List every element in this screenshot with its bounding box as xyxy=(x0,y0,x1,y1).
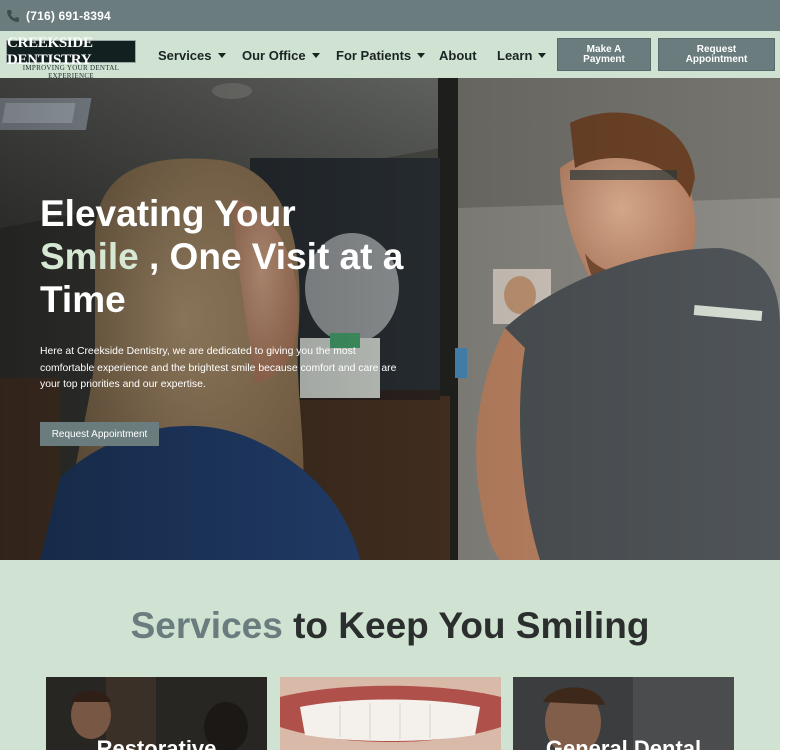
nav-item-for-patients[interactable]: For Patients xyxy=(336,46,426,64)
nav-item-label: Our Office xyxy=(242,47,306,63)
phone-icon xyxy=(6,9,20,23)
hero-section: Elevating Your Smile , One Visit at a Ti… xyxy=(0,78,780,560)
nav-item-label: For Patients xyxy=(336,47,412,63)
services-heading-rest: to Keep You Smiling xyxy=(282,605,650,646)
request-appointment-line1: Request xyxy=(696,43,737,55)
page: (716) 691-8394 CREEKSIDE DENTISTRY IMPRO… xyxy=(0,0,780,750)
service-card-cosmetic[interactable] xyxy=(280,677,501,750)
phone-number[interactable]: (716) 691-8394 xyxy=(26,9,111,23)
top-bar: (716) 691-8394 xyxy=(0,0,780,31)
nav-item-services[interactable]: Services xyxy=(158,46,226,64)
hero-title-accent: Smile xyxy=(40,236,139,277)
services-heading-accent: Services xyxy=(130,605,283,646)
logo-mark: CREEKSIDE DENTISTRY xyxy=(6,35,136,68)
main-nav: CREEKSIDE DENTISTRY IMPROVING YOUR DENTA… xyxy=(0,31,780,80)
service-card-label: Restorative xyxy=(96,736,217,750)
chevron-down-icon xyxy=(217,52,226,58)
chevron-down-icon xyxy=(417,52,426,58)
services-heading: Services to Keep You Smiling xyxy=(0,605,780,647)
nav-item-learn[interactable]: Learn xyxy=(497,46,547,64)
chevron-down-icon xyxy=(538,52,547,58)
chevron-down-icon xyxy=(311,52,320,58)
nav-item-label: Services xyxy=(158,47,212,63)
request-appointment-nav-button[interactable]: Request Appointment xyxy=(658,38,775,71)
service-card-label: General Dental xyxy=(545,736,702,750)
request-appointment-button[interactable]: Request Appointment xyxy=(40,422,159,446)
request-appointment-line2: Appointment xyxy=(685,53,748,65)
hero-title: Elevating Your Smile , One Visit at a Ti… xyxy=(40,192,420,321)
make-payment-line2: Payment xyxy=(583,53,625,65)
hero-description: Here at Creekside Dentistry, we are dedi… xyxy=(40,346,397,390)
nav-item-label: About xyxy=(439,47,477,63)
service-card-general-dental[interactable]: General Dental xyxy=(513,677,734,750)
nav-item-our-office[interactable]: Our Office xyxy=(242,46,320,64)
site-logo[interactable]: CREEKSIDE DENTISTRY IMPROVING YOUR DENTA… xyxy=(6,35,136,80)
service-card-photo xyxy=(280,677,501,750)
nav-item-label: Learn xyxy=(497,47,533,63)
hero-title-part1: Elevating Your xyxy=(40,193,296,234)
make-payment-button[interactable]: Make A Payment xyxy=(557,38,651,71)
service-card-restorative[interactable]: Restorative xyxy=(46,677,267,750)
nav-item-about[interactable]: About xyxy=(439,46,477,64)
make-payment-line1: Make A xyxy=(586,43,622,55)
